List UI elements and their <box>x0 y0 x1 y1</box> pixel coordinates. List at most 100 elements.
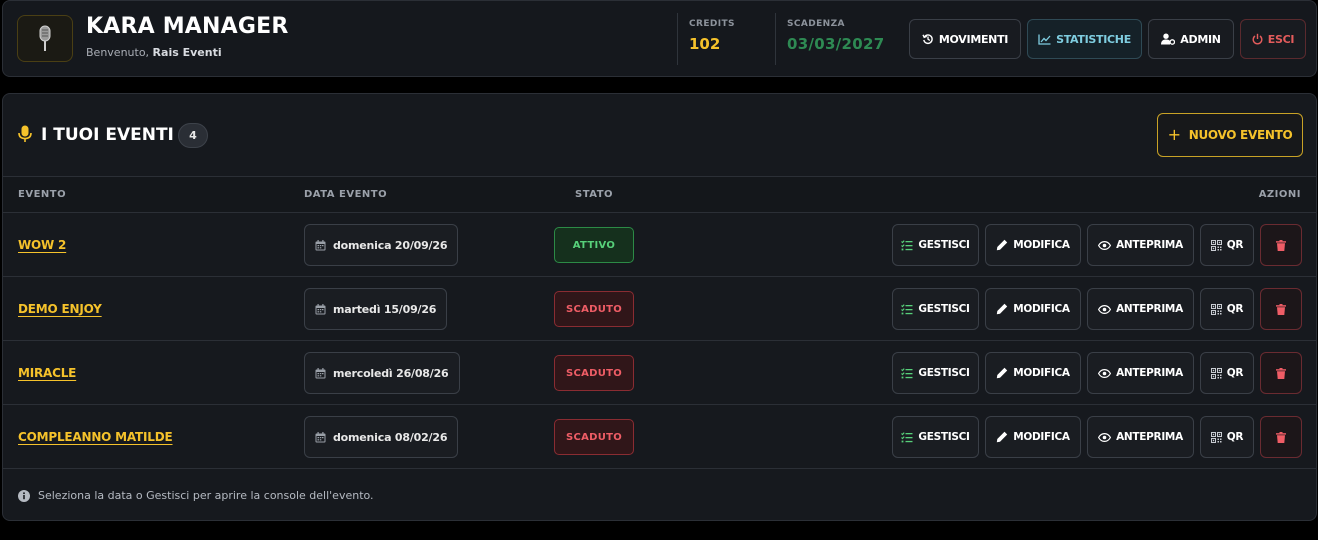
qr-code-icon <box>1210 367 1222 379</box>
new-event-label: NUOVO EVENTO <box>1188 128 1293 142</box>
statistiche-button[interactable]: STATISTICHE <box>1027 19 1142 59</box>
microphone-icon <box>18 125 32 142</box>
qr-code-icon <box>1210 239 1222 251</box>
column-data: DATA EVENTO <box>304 189 388 200</box>
anteprima-button[interactable]: ANTEPRIMA <box>1087 416 1194 458</box>
trash-icon <box>1276 431 1286 443</box>
microphone-logo-icon <box>17 15 73 62</box>
column-evento: EVENTO <box>18 189 67 200</box>
logout-button[interactable]: ESCI <box>1240 19 1306 59</box>
movimenti-button[interactable]: MOVIMENTI <box>909 19 1021 59</box>
pencil-icon <box>997 239 1008 251</box>
qr-label: QR <box>1226 431 1244 443</box>
plus-icon: + <box>1167 125 1181 144</box>
table-row: DEMO ENJOY martedì 15/09/26 SCADUTO GEST… <box>3 277 1316 341</box>
status-badge: SCADUTO <box>554 355 634 391</box>
new-event-button[interactable]: + NUOVO EVENTO <box>1157 113 1303 157</box>
gestisci-button[interactable]: GESTISCI <box>892 288 979 330</box>
expiry-stat: SCADENZA 03/03/2027 <box>775 13 905 65</box>
admin-label: ADMIN <box>1180 32 1221 46</box>
welcome-text: Benvenuto, Rais Eventi <box>86 46 222 59</box>
column-azioni: AZIONI <box>1258 189 1301 200</box>
modifica-button[interactable]: MODIFICA <box>985 224 1081 266</box>
credits-value: 102 <box>689 35 721 53</box>
delete-button[interactable] <box>1260 224 1302 266</box>
movimenti-label: MOVIMENTI <box>938 32 1009 46</box>
pencil-icon <box>997 303 1008 315</box>
anteprima-label: ANTEPRIMA <box>1116 239 1183 251</box>
list-check-icon <box>901 431 913 442</box>
anteprima-button[interactable]: ANTEPRIMA <box>1087 288 1194 330</box>
gestisci-button[interactable]: GESTISCI <box>892 416 979 458</box>
history-icon <box>922 34 933 44</box>
list-check-icon <box>901 367 913 378</box>
gestisci-label: GESTISCI <box>918 239 970 251</box>
calendar-icon <box>315 431 326 442</box>
event-date-button[interactable]: mercoledì 26/08/26 <box>304 352 460 394</box>
gestisci-label: GESTISCI <box>918 303 970 315</box>
gestisci-button[interactable]: GESTISCI <box>892 352 979 394</box>
column-stato: STATO <box>575 189 614 200</box>
event-date-button[interactable]: martedì 15/09/26 <box>304 288 448 330</box>
modifica-button[interactable]: MODIFICA <box>985 416 1081 458</box>
credits-label: CREDITS <box>689 19 735 29</box>
gestisci-label: GESTISCI <box>918 367 970 379</box>
event-date-text: mercoledì 26/08/26 <box>333 366 449 380</box>
qr-button[interactable]: QR <box>1200 288 1254 330</box>
credits-stat: CREDITS 102 <box>677 13 775 65</box>
expiry-label: SCADENZA <box>787 19 845 29</box>
anteprima-label: ANTEPRIMA <box>1116 367 1183 379</box>
calendar-icon <box>315 239 326 250</box>
trash-icon <box>1276 239 1286 251</box>
event-name-link[interactable]: DEMO ENJOY <box>18 302 102 316</box>
app-title: KARA MANAGER <box>86 14 289 39</box>
events-panel: I TUOI EVENTI 4 + NUOVO EVENTO EVENTO DA… <box>2 93 1317 521</box>
admin-button[interactable]: ADMIN <box>1148 19 1234 59</box>
top-header: KARA MANAGER Benvenuto, Rais Eventi CRED… <box>2 0 1317 77</box>
event-name-link[interactable]: MIRACLE <box>18 366 76 380</box>
trash-icon <box>1276 367 1286 379</box>
anteprima-label: ANTEPRIMA <box>1116 303 1183 315</box>
footer-hint-text: Seleziona la data o Gestisci per aprire … <box>38 489 374 502</box>
eye-icon <box>1098 240 1112 250</box>
qr-label: QR <box>1226 239 1244 251</box>
qr-button[interactable]: QR <box>1200 416 1254 458</box>
event-date-text: martedì 15/09/26 <box>333 302 437 316</box>
logout-label: ESCI <box>1267 32 1295 46</box>
anteprima-label: ANTEPRIMA <box>1116 431 1183 443</box>
user-name: Rais Eventi <box>152 46 222 59</box>
qr-label: QR <box>1226 303 1244 315</box>
event-name-link[interactable]: WOW 2 <box>18 238 66 252</box>
delete-button[interactable] <box>1260 352 1302 394</box>
event-date-button[interactable]: domenica 20/09/26 <box>304 224 459 266</box>
table-header: EVENTO DATA EVENTO STATO AZIONI <box>3 176 1316 213</box>
qr-button[interactable]: QR <box>1200 224 1254 266</box>
footer-hint: Seleziona la data o Gestisci per aprire … <box>18 489 374 502</box>
event-name-link[interactable]: COMPLEANNO MATILDE <box>18 430 173 444</box>
delete-button[interactable] <box>1260 416 1302 458</box>
anteprima-button[interactable]: ANTEPRIMA <box>1087 352 1194 394</box>
table-row: MIRACLE mercoledì 26/08/26 SCADUTO GESTI… <box>3 341 1316 405</box>
qr-code-icon <box>1210 431 1222 443</box>
modifica-label: MODIFICA <box>1013 431 1070 443</box>
table-row: WOW 2 domenica 20/09/26 ATTIVO GESTISCI <box>3 213 1316 277</box>
delete-button[interactable] <box>1260 288 1302 330</box>
user-cog-icon <box>1161 33 1176 45</box>
modifica-label: MODIFICA <box>1013 239 1070 251</box>
events-count-badge: 4 <box>178 123 208 148</box>
power-icon <box>1252 33 1263 45</box>
modifica-button[interactable]: MODIFICA <box>985 288 1081 330</box>
anteprima-button[interactable]: ANTEPRIMA <box>1087 224 1194 266</box>
welcome-prefix: Benvenuto, <box>86 46 150 59</box>
modifica-button[interactable]: MODIFICA <box>985 352 1081 394</box>
status-badge: SCADUTO <box>554 291 634 327</box>
calendar-icon <box>315 367 326 378</box>
events-title: I TUOI EVENTI <box>41 125 174 145</box>
qr-button[interactable]: QR <box>1200 352 1254 394</box>
list-check-icon <box>901 303 913 314</box>
qr-code-icon <box>1210 303 1222 315</box>
event-date-button[interactable]: domenica 08/02/26 <box>304 416 459 458</box>
list-check-icon <box>901 239 913 250</box>
gestisci-button[interactable]: GESTISCI <box>892 224 979 266</box>
expiry-value: 03/03/2027 <box>787 35 885 53</box>
